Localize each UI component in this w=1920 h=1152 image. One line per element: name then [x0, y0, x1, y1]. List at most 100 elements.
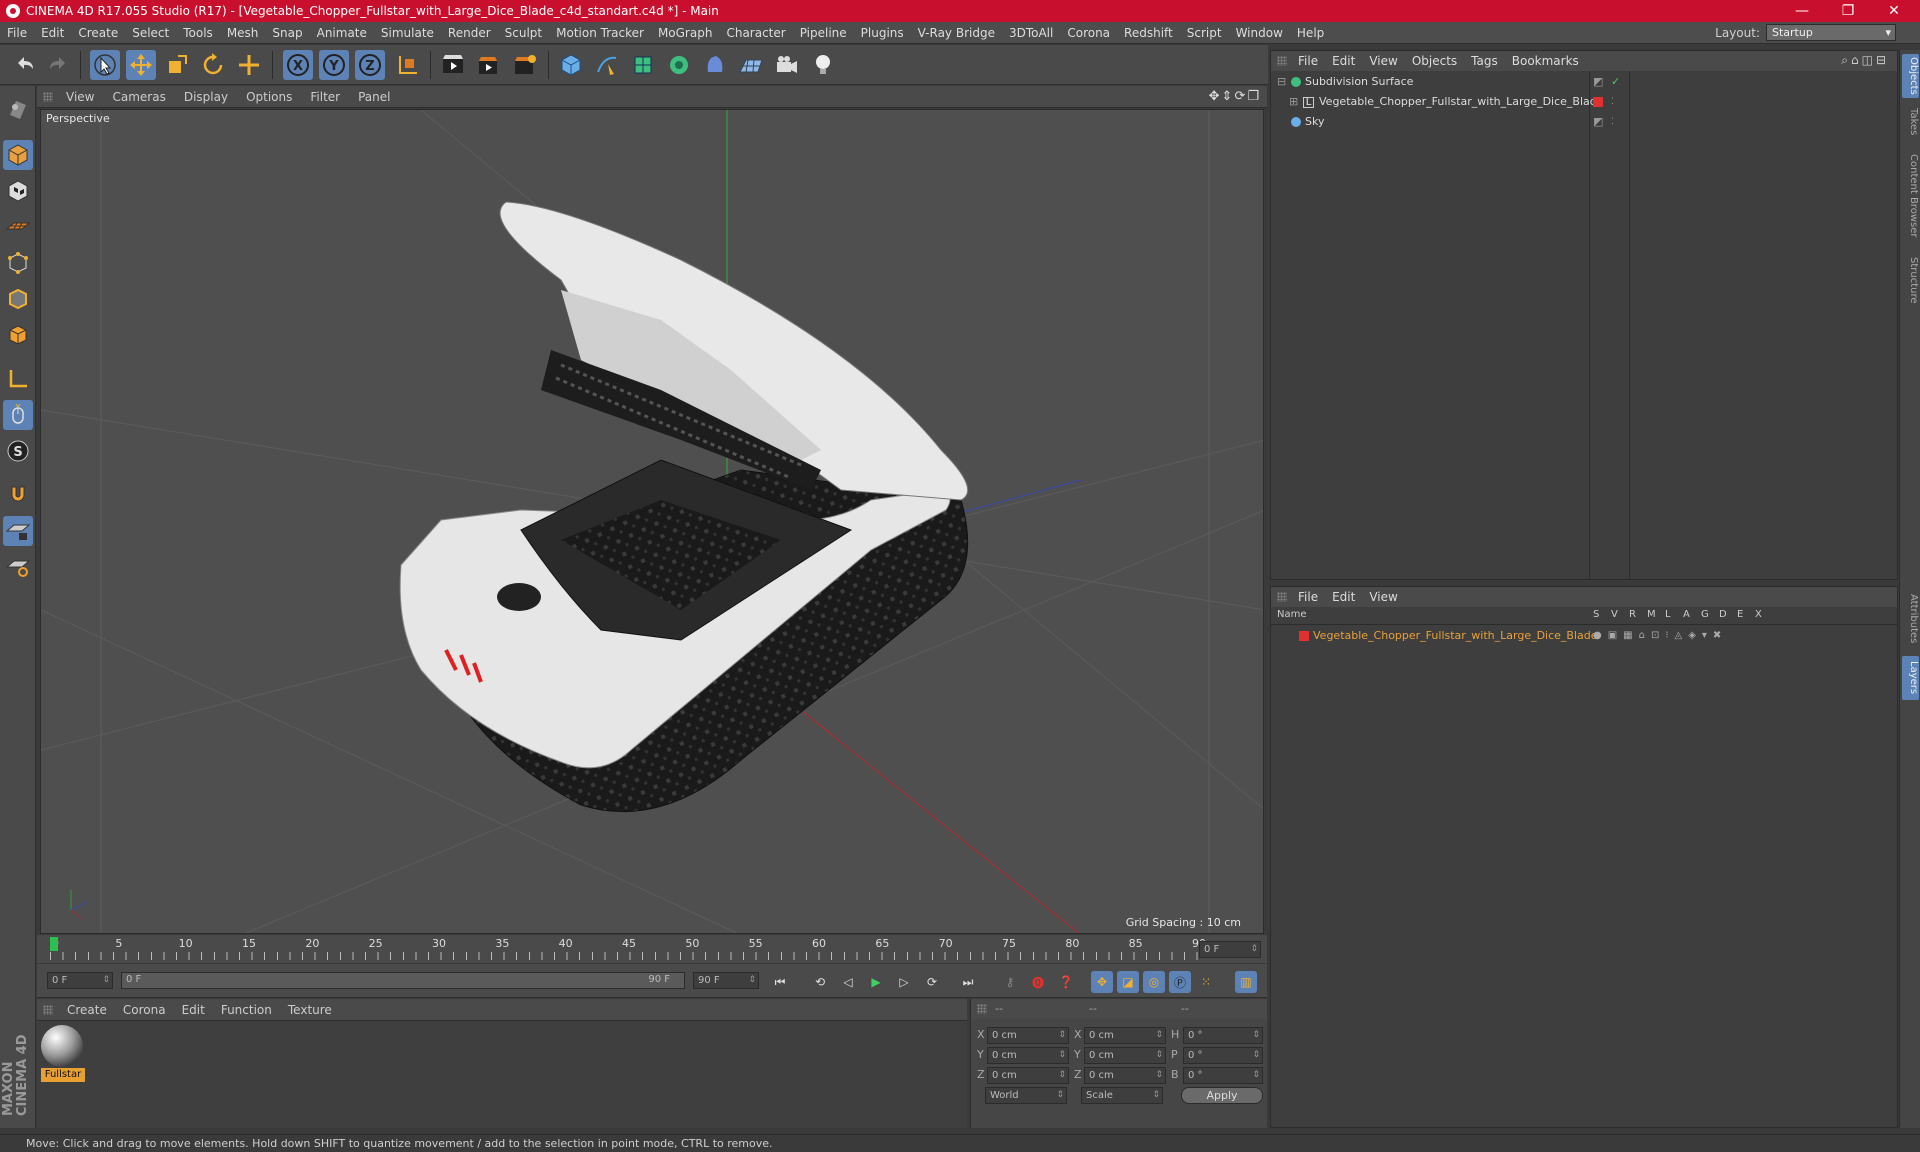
layer-color-swatch[interactable]: [1299, 631, 1309, 641]
layer-column-deformers[interactable]: D: [1719, 609, 1727, 620]
keyframe-selection-button[interactable]: ❓: [1055, 971, 1077, 993]
object-menu-bookmarks[interactable]: Bookmarks: [1505, 54, 1586, 68]
z-axis-button[interactable]: Z: [355, 50, 385, 80]
material-menu-texture[interactable]: Texture: [280, 1003, 340, 1017]
expand-icon[interactable]: ⊞: [1289, 93, 1298, 111]
record-keys-button[interactable]: ⚷: [999, 971, 1021, 993]
enabled-check-icon[interactable]: ✓: [1611, 73, 1620, 91]
record-pla-button[interactable]: ⁙: [1195, 971, 1217, 993]
menu-vray-bridge[interactable]: V-Ray Bridge: [911, 26, 1002, 40]
material-swatch[interactable]: Fullstar: [41, 1025, 85, 1083]
position-x-field[interactable]: 0 cm: [987, 1027, 1069, 1044]
menu-select[interactable]: Select: [125, 26, 176, 40]
y-axis-button[interactable]: Y: [319, 50, 349, 80]
object-menu-edit[interactable]: Edit: [1325, 54, 1362, 68]
viewport-menu-filter[interactable]: Filter: [301, 90, 349, 104]
menu-mograph[interactable]: MoGraph: [651, 26, 720, 40]
play-button[interactable]: ▶: [865, 971, 887, 993]
texture-mode-button[interactable]: [3, 176, 33, 206]
snap-button[interactable]: [3, 480, 33, 510]
previous-key-button[interactable]: ⟲: [809, 971, 831, 993]
points-mode-button[interactable]: [3, 248, 33, 278]
minimize-icon[interactable]: —: [1780, 0, 1824, 22]
viewport-menu-display[interactable]: Display: [175, 90, 237, 104]
layer-row[interactable]: Vegetable_Chopper_Fullstar_with_Large_Di…: [1271, 627, 1897, 645]
menu-render[interactable]: Render: [441, 26, 498, 40]
perspective-viewport[interactable]: Perspective Grid Spacing : 10 cm: [40, 109, 1264, 934]
apply-button[interactable]: Apply: [1181, 1087, 1263, 1104]
previous-frame-button[interactable]: ◁: [837, 971, 859, 993]
viewport-menu-panel[interactable]: Panel: [349, 90, 399, 104]
start-frame-field[interactable]: 0 F: [47, 972, 113, 989]
material-menu-corona[interactable]: Corona: [115, 1003, 174, 1017]
solo-button[interactable]: S: [3, 436, 33, 466]
go-to-end-button[interactable]: ⏭: [957, 971, 979, 993]
layer-column-locked[interactable]: L: [1665, 609, 1671, 620]
viewport-navigation-icons[interactable]: ✥⇕⟳❐: [1209, 89, 1261, 104]
viewport-menu-cameras[interactable]: Cameras: [103, 90, 174, 104]
autokey-button[interactable]: ⓿: [1027, 971, 1049, 993]
menu-tools[interactable]: Tools: [176, 26, 220, 40]
record-rotation-button[interactable]: ◎: [1143, 971, 1165, 993]
layer-column-solo[interactable]: S: [1593, 609, 1599, 620]
model-mode-button[interactable]: [3, 140, 33, 170]
restore-icon[interactable]: ❐: [1826, 0, 1870, 22]
next-key-button[interactable]: ⟳: [921, 971, 943, 993]
menu-edit[interactable]: Edit: [34, 26, 71, 40]
viewport-menu-options[interactable]: Options: [237, 90, 301, 104]
position-z-field[interactable]: 0 cm: [987, 1067, 1069, 1084]
object-menu-view[interactable]: View: [1362, 54, 1404, 68]
menu-character[interactable]: Character: [719, 26, 792, 40]
timeline-window-button[interactable]: ▥: [1235, 971, 1257, 993]
layer-color-swatch[interactable]: [1593, 97, 1603, 107]
live-selection-button[interactable]: [90, 50, 120, 80]
tab-content-browser[interactable]: Content Browser: [1902, 146, 1919, 246]
tab-takes[interactable]: Takes: [1902, 102, 1919, 142]
close-icon[interactable]: ✕: [1872, 0, 1916, 22]
visibility-dots-icon[interactable]: ⁚: [1611, 93, 1614, 111]
current-frame-field[interactable]: 0 F: [1199, 941, 1261, 958]
polygons-mode-button[interactable]: [3, 320, 33, 350]
layer-menu-edit[interactable]: Edit: [1325, 590, 1362, 604]
camera-button[interactable]: [772, 50, 802, 80]
layer-column-render[interactable]: R: [1629, 609, 1636, 620]
menu-sculpt[interactable]: Sculpt: [498, 26, 549, 40]
layout-select[interactable]: Startup: [1766, 24, 1896, 41]
menu-script[interactable]: Script: [1180, 26, 1229, 40]
menu-snap[interactable]: Snap: [265, 26, 309, 40]
scale-tool-button[interactable]: [162, 50, 192, 80]
menu-3dtoall[interactable]: 3DToAll: [1002, 26, 1060, 40]
object-menu-tags[interactable]: Tags: [1464, 54, 1505, 68]
object-manager-search-icons[interactable]: ⌕⌂◫⊟: [1841, 53, 1889, 68]
record-parameter-button[interactable]: Ⓟ: [1169, 971, 1191, 993]
menu-corona[interactable]: Corona: [1060, 26, 1117, 40]
render-settings-button[interactable]: [510, 50, 540, 80]
layer-menu-view[interactable]: View: [1362, 590, 1404, 604]
end-frame-field[interactable]: 90 F: [693, 972, 759, 989]
collapse-icon[interactable]: ⊟: [1277, 73, 1286, 91]
next-frame-button[interactable]: ▷: [893, 971, 915, 993]
object-row[interactable]: ⊞ L Vegetable_Chopper_Fullstar_with_Larg…: [1271, 93, 1897, 111]
size-y-field[interactable]: 0 cm: [1084, 1047, 1166, 1064]
menu-simulate[interactable]: Simulate: [374, 26, 441, 40]
size-z-field[interactable]: 0 cm: [1084, 1067, 1166, 1084]
coordinate-mode-select[interactable]: World: [985, 1087, 1067, 1104]
menu-motion-tracker[interactable]: Motion Tracker: [549, 26, 651, 40]
layer-column-animation[interactable]: A: [1683, 609, 1690, 620]
layer-column-visible[interactable]: V: [1611, 609, 1618, 620]
menu-mesh[interactable]: Mesh: [220, 26, 266, 40]
material-menu-function[interactable]: Function: [213, 1003, 280, 1017]
cube-primitive-button[interactable]: [556, 50, 586, 80]
spline-pen-button[interactable]: [592, 50, 622, 80]
layer-column-manager[interactable]: M: [1647, 609, 1656, 620]
object-row[interactable]: Sky ◩ ⁚: [1271, 113, 1897, 131]
size-x-field[interactable]: 0 cm: [1084, 1027, 1166, 1044]
layer-menu-file[interactable]: File: [1291, 590, 1325, 604]
move-tool-button[interactable]: [126, 50, 156, 80]
light-button[interactable]: [808, 50, 838, 80]
frame-range-slider[interactable]: 0 F 90 F: [121, 972, 685, 989]
layer-toggle-icons[interactable]: ●▣▦⌂⊡⁝◬◈▾✖: [1593, 627, 1727, 645]
tab-attributes[interactable]: Attributes: [1902, 586, 1919, 652]
subdivision-surface-button[interactable]: [628, 50, 658, 80]
floor-button[interactable]: [736, 50, 766, 80]
